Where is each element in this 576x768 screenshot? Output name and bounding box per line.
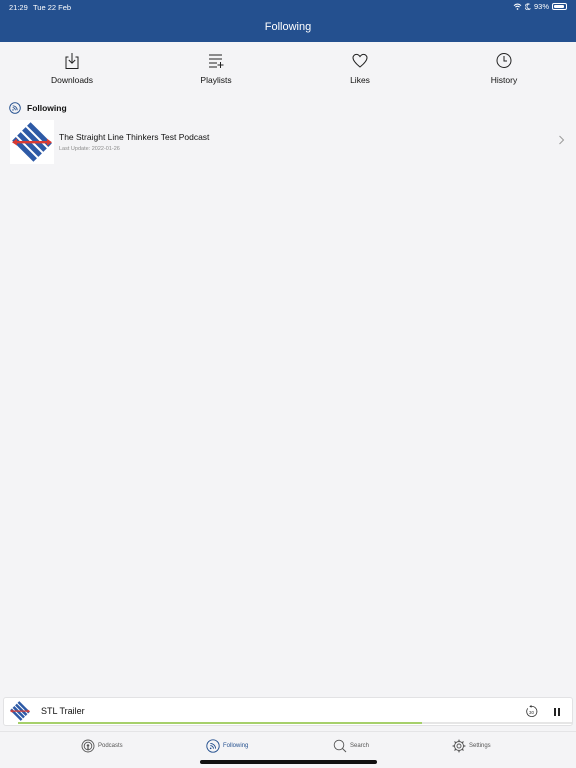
following-icon (9, 101, 21, 114)
following-icon (206, 739, 220, 753)
tab-likes[interactable]: Likes (288, 42, 432, 94)
player-artwork (8, 700, 32, 722)
player-logo-image (9, 700, 31, 722)
section-title: Following (27, 102, 67, 113)
nav-following[interactable]: Following (206, 738, 248, 754)
tab-history[interactable]: History (432, 42, 576, 94)
page-title: Following (264, 21, 312, 33)
status-time: 21:29 (9, 3, 28, 12)
tab-label: History (490, 75, 518, 85)
status-indicators: 93% (513, 2, 567, 11)
podcast-artwork (10, 120, 54, 164)
podcast-title: The Straight Line Thinkers Test Podcast (59, 132, 210, 142)
pause-icon[interactable] (551, 706, 563, 718)
wifi-icon (513, 3, 522, 10)
podcast-logo-image (10, 120, 54, 164)
nav-label: Podcasts (98, 743, 123, 749)
status-date: Tue 22 Feb (33, 3, 72, 12)
nav-label: Following (223, 743, 249, 749)
home-indicator (200, 760, 377, 764)
nav-label: Settings (469, 743, 491, 749)
download-icon (65, 53, 79, 69)
tab-playlists[interactable]: Playlists (144, 42, 288, 94)
playback-progress-fill (18, 722, 423, 724)
playback-progress-bar[interactable] (18, 722, 572, 724)
battery-percentage: 93% (533, 2, 549, 11)
tab-label: Likes (350, 75, 370, 85)
player-episode-title: STL Trailer (41, 706, 85, 716)
moon-icon (524, 3, 531, 10)
podcast-list-item[interactable]: The Straight Line Thinkers Test Podcast … (0, 118, 576, 166)
nav-podcasts[interactable]: Podcasts (81, 738, 123, 754)
battery-icon (552, 3, 567, 10)
settings-icon (452, 739, 466, 753)
library-tabs: Downloads Playlists Likes History (0, 42, 576, 94)
tab-label: Downloads (50, 75, 94, 85)
chevron-right-icon (559, 135, 565, 145)
mini-player[interactable]: STL Trailer 30 (3, 697, 573, 726)
nav-settings[interactable]: Settings (452, 738, 491, 754)
following-section-header: Following (9, 101, 67, 114)
search-icon (333, 739, 347, 753)
podcasts-icon (81, 739, 95, 753)
nav-label: Search (350, 743, 370, 749)
tab-downloads[interactable]: Downloads (0, 42, 144, 94)
top-bar: 21:29 Tue 22 Feb 93% Following (0, 0, 576, 42)
clock-icon (496, 53, 512, 68)
nav-search[interactable]: Search (333, 738, 369, 754)
podcast-last-update: Last Update: 2022-01-26 (59, 146, 120, 152)
tab-label: Playlists (200, 75, 232, 85)
heart-icon (352, 53, 368, 68)
playlist-add-icon (209, 54, 224, 68)
rewind-30-icon[interactable]: 30 (525, 705, 538, 718)
rewind-seconds-label: 30 (529, 710, 534, 715)
